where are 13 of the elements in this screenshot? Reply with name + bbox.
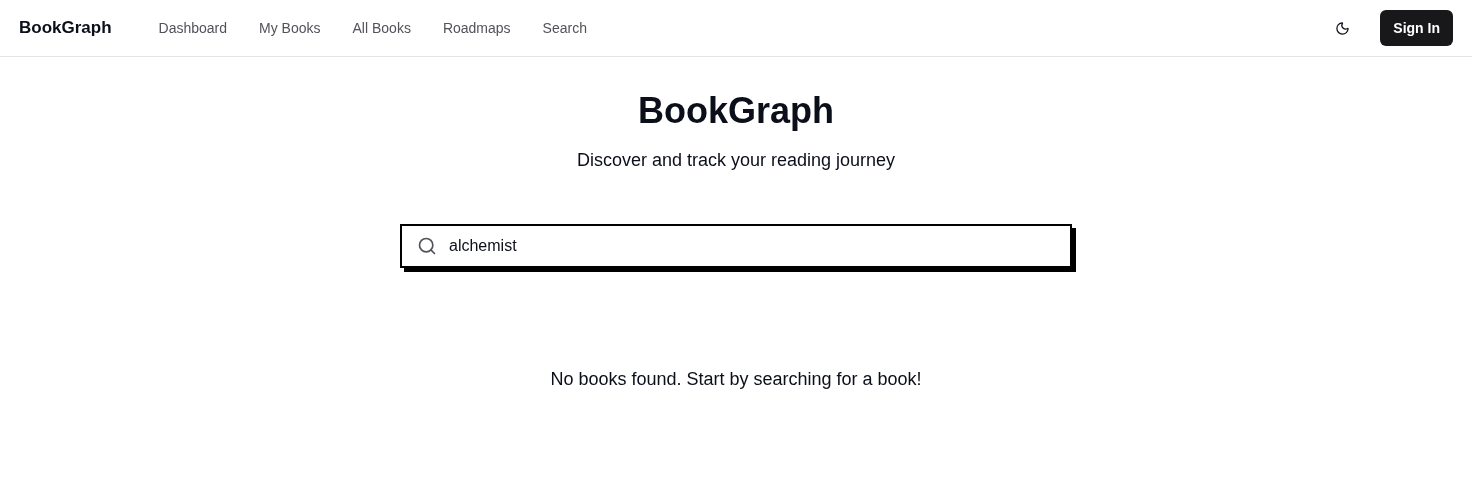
nav-link[interactable]: Search xyxy=(542,17,587,39)
subtitle: Discover and track your reading journey xyxy=(576,149,896,172)
page-title: BookGraph xyxy=(638,89,834,133)
sign-in-button[interactable]: Sign In xyxy=(1380,10,1453,46)
search-icon xyxy=(417,236,437,256)
logo[interactable]: BookGraph xyxy=(19,15,112,41)
search-field[interactable]: alchemist xyxy=(400,224,1072,268)
nav-link[interactable]: Roadmaps xyxy=(442,17,511,39)
nav-link[interactable]: My Books xyxy=(259,17,321,39)
nav-link[interactable]: All Books xyxy=(352,17,411,39)
moon-icon[interactable] xyxy=(1335,20,1351,36)
nav-link[interactable]: Dashboard xyxy=(158,17,228,39)
empty-message: No books found. Start by searching for a book! xyxy=(550,368,922,391)
